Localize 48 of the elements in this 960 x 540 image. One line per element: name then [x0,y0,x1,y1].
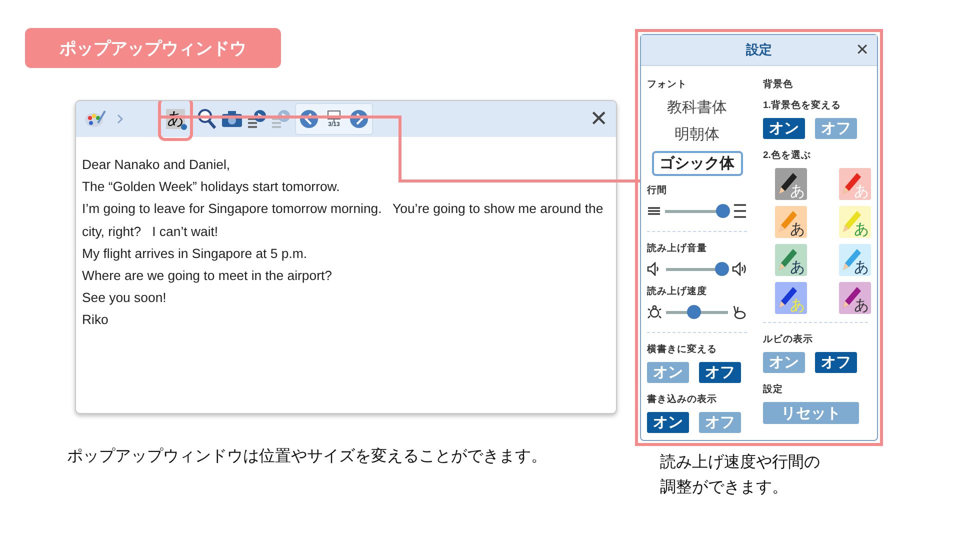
section-label: 背景色 [763,78,794,91]
font-option[interactable]: 教科書体 [661,97,733,118]
section-label: 設定 [763,383,784,396]
section-label: 読み上げ音量 [647,242,708,255]
panel-title: 設定 [746,41,772,59]
toggle-button[interactable]: オフ [699,362,741,383]
wide-spacing-icon [733,204,747,218]
color-swatch[interactable]: あ [839,244,871,276]
font-option[interactable]: ゴシック体 [652,151,742,176]
letter-line: Dear Nanako and Daniel, [82,156,232,174]
section-label: 読み上げ速度 [647,285,708,298]
color-swatch[interactable]: あ [839,282,871,314]
read-aloud-icon[interactable] [247,108,267,130]
font-option[interactable]: 明朝体 [668,124,726,145]
letter-line: My flight arrives in Singapore at 5 p.m. [82,244,308,263]
letter-line: See you soon! [82,289,168,308]
toggle-button[interactable]: オン [647,412,689,433]
section-label: フォント [647,78,688,91]
slider-thumb[interactable] [686,305,701,319]
section-label: ルビの表示 [763,333,814,346]
close-button[interactable]: ✕ [590,106,608,132]
section-label: 行間 [647,184,668,197]
zoom-icon[interactable] [197,108,217,130]
slider-thumb[interactable] [714,262,729,276]
section-label: 1.背景色を変える [763,99,842,112]
slider-thumb[interactable] [716,204,730,218]
previous-button[interactable] [300,110,318,128]
toggle-button[interactable]: オン [763,118,805,139]
next-button[interactable] [350,110,368,128]
volume-up-icon [732,262,747,276]
letter-line: city, right? I can’t wait! [82,222,220,241]
letter-line: Where are we going to meet in the airport? [82,267,333,286]
section-label: 2.色を選ぶ [763,149,812,162]
caption-line: 調整ができます。 [660,478,789,498]
caption: ポップアップウィンドウは位置やサイズを変えることができます。 [67,446,547,467]
toggle-button[interactable]: オフ [815,352,857,373]
title-badge: ポップアップウィンドウ [25,28,281,68]
section-label: 書き込みの表示 [647,393,718,406]
close-button[interactable]: ✕ [856,40,869,60]
color-swatch[interactable]: あ [775,206,807,238]
letter-line: Riko [82,311,110,330]
letter-line: The “Golden Week” holidays start tomorrow. [82,178,341,196]
narrow-spacing-icon [647,204,661,218]
section-label: 横書きに変える [647,343,718,356]
letter-line: I’m going to leave for Singapore tomorrow morning. You’re going to show me around the [82,200,604,218]
palette-icon[interactable] [84,109,106,129]
color-swatch[interactable]: あ [775,244,807,276]
caption-line: 読み上げ速度や行間の [660,452,820,473]
